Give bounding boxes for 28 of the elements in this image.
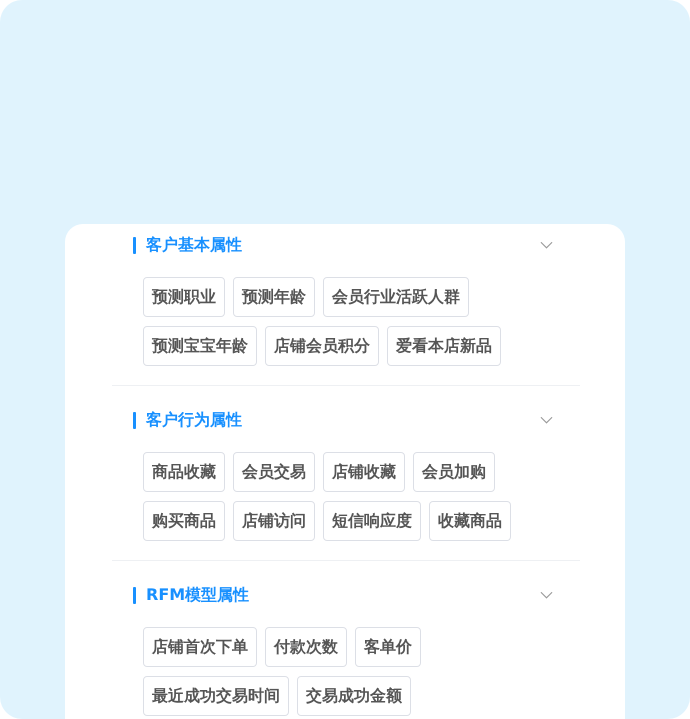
chevron-down-icon[interactable] (540, 416, 553, 424)
attribute-tag[interactable]: 会员交易 (233, 452, 315, 492)
attribute-tag[interactable]: 短信响应度 (323, 501, 421, 541)
attribute-tag[interactable]: 交易成功金额 (297, 676, 411, 716)
attribute-tag[interactable]: 收藏商品 (429, 501, 511, 541)
attribute-tag[interactable]: 店铺访问 (233, 501, 315, 541)
section-title: RFM模型属性 (146, 584, 250, 606)
attribute-tag[interactable]: 店铺会员积分 (265, 326, 379, 366)
attribute-tag[interactable]: 客单价 (355, 627, 421, 667)
chevron-down-icon[interactable] (540, 241, 553, 249)
attribute-tag[interactable]: 店铺首次下单 (143, 627, 257, 667)
accent-bar (133, 236, 136, 254)
attribute-tag[interactable]: 最近成功交易时间 (143, 676, 289, 716)
attribute-tag[interactable]: 购买商品 (143, 501, 225, 541)
accent-bar (133, 412, 136, 428)
attribute-tag[interactable]: 店铺收藏 (323, 452, 405, 492)
section-title: 客户行为属性 (146, 410, 242, 430)
attribute-tag[interactable]: 付款次数 (265, 627, 347, 667)
section-title: 客户基本属性 (146, 234, 242, 256)
attribute-tag[interactable]: 商品收藏 (143, 452, 225, 492)
chevron-down-icon[interactable] (540, 591, 553, 599)
attribute-tag[interactable]: 预测宝宝年龄 (143, 326, 257, 366)
attribute-tag[interactable]: 预测职业 (143, 277, 225, 317)
attribute-tag[interactable]: 爱看本店新品 (387, 326, 501, 366)
attribute-tag[interactable]: 会员加购 (413, 452, 495, 492)
attribute-tag[interactable]: 会员行业活跃人群 (323, 277, 469, 317)
attribute-tag[interactable]: 预测年龄 (233, 277, 315, 317)
accent-bar (133, 586, 136, 604)
